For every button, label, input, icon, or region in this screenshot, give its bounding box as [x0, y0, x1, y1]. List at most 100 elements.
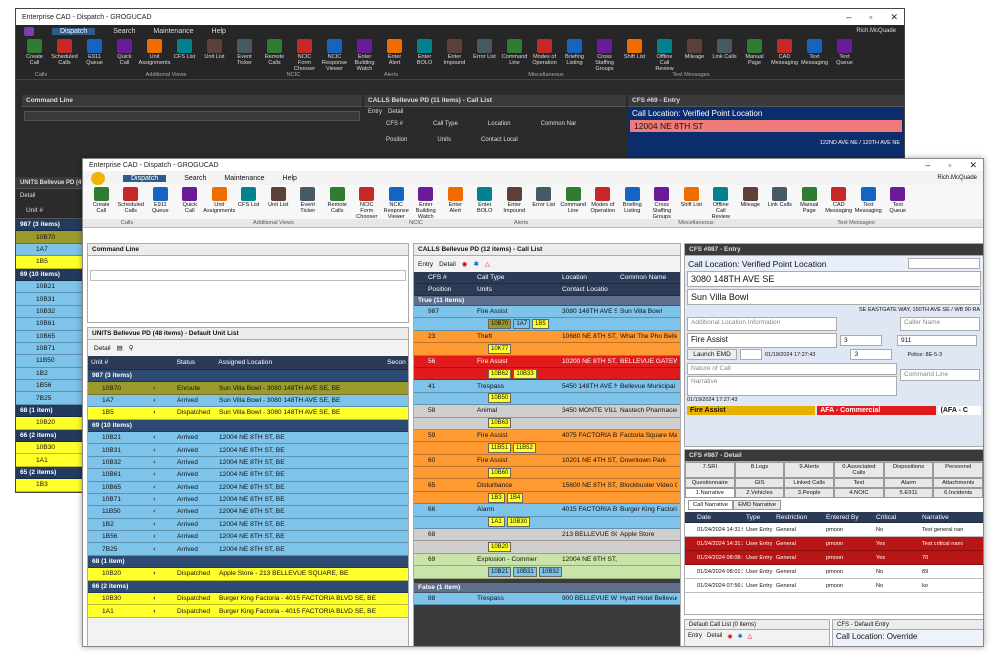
call-row[interactable]: 987 Fire Assist 3080 148TH AVE SE Sun Villa…	[414, 306, 680, 319]
menu-help[interactable]: Help	[283, 175, 297, 182]
ribbon-button-offline-call-review[interactable]: Offline Call Review	[650, 39, 679, 72]
ribbon-button-scheduled-calls[interactable]: Scheduled Calls	[50, 39, 79, 66]
call-item[interactable]: 41 Trespass 5450 148TH AVE NE, BEBellevue …	[414, 380, 680, 406]
ribbon-button-enter-building-watch[interactable]: Enter Building Watch	[412, 187, 441, 220]
col-position[interactable]: Position	[386, 137, 407, 143]
call-row[interactable]: 69 Explosion - Commer 12004 NE 8TH ST, BE	[414, 553, 680, 567]
unit-row[interactable]: 10B30	[16, 442, 84, 455]
unit-row[interactable]: 10B32 ◐ Arrived 12004 NE 8TH ST, BE	[88, 456, 408, 470]
entry-button[interactable]: Entry	[418, 261, 433, 268]
back-units-toolbar[interactable]: Detail	[16, 189, 84, 203]
strip-call-type[interactable]: Fire Assist	[687, 406, 816, 415]
menu-dispatch[interactable]: Dispatch	[123, 174, 167, 182]
call-row[interactable]: 23 Theft 10680 NE 8TH ST, BEWhat The Pho B…	[414, 330, 680, 344]
unit-row[interactable]: 11B50	[16, 355, 84, 368]
detail-button[interactable]: Detail	[94, 345, 111, 352]
narrative-row[interactable]: 01/24/2024 14:31:53User EntryGeneral pmoo…	[685, 523, 983, 537]
ribbon-button-command-line[interactable]: Command Line	[500, 39, 529, 66]
nature-of-call-input[interactable]: Nature of Call	[687, 363, 897, 375]
ribbon-button-e911-queue[interactable]: E911 Queue	[80, 39, 109, 66]
address-field[interactable]: 3080 148TH AVE SE	[687, 271, 981, 287]
back-unit-col[interactable]: Unit #	[16, 203, 84, 219]
col-location[interactable]: Location	[559, 274, 617, 281]
menu-help[interactable]: Help	[212, 28, 226, 35]
detail-tab-8-logs[interactable]: 8.Logs	[734, 462, 785, 478]
call-row[interactable]: 60 Fire Assist 10201 NE 4TH ST, BEDowntown…	[414, 454, 680, 468]
tab-emd-narrative[interactable]: EMD Narrative	[733, 500, 782, 510]
back-address-field[interactable]: 12004 NE 8TH ST	[630, 120, 902, 132]
app-orb-icon[interactable]	[91, 171, 105, 185]
strip-afa-commercial[interactable]: AFA - Commercial	[817, 406, 936, 415]
emd-dropdown[interactable]	[740, 349, 762, 360]
col-cfs[interactable]: CFS #	[414, 274, 474, 281]
call-type-select[interactable]: Fire Assist	[687, 333, 837, 348]
unit-group-header[interactable]: 68 (1 item)	[16, 404, 84, 418]
unit-row[interactable]: 1B56	[16, 380, 84, 393]
ribbon-button-error-list[interactable]: Error List	[530, 187, 559, 208]
false-call-row[interactable]: 88 Trespass 900 BELLEVUE WAY N Hyatt Hot…	[414, 592, 680, 605]
unit-row[interactable]: 1B2 ◐ Arrived 12004 NE 8TH ST, BE	[88, 518, 408, 532]
ribbon-button-link-calls[interactable]: Link Calls	[766, 187, 795, 208]
ribbon-button-unit-assignments[interactable]: Unit Assignments	[203, 187, 235, 214]
col-common-name[interactable]: Common Name	[617, 274, 677, 281]
unit-row[interactable]: 1A1 ◐ Dispatched Burger King Factoria - 401…	[88, 605, 408, 618]
ribbon-button-command-line[interactable]: Command Line	[559, 187, 588, 214]
unit-row[interactable]: 10B70	[16, 231, 84, 244]
col-second[interactable]: Secon	[384, 359, 408, 366]
detail-tab-3-people[interactable]: 3.People	[784, 488, 835, 498]
ribbon-button-enter-bolo[interactable]: Enter BOLO	[471, 187, 500, 214]
menu-dispatch[interactable]: Dispatch	[52, 27, 96, 35]
unit-chip[interactable]: 10B33	[513, 368, 537, 379]
narrative-row[interactable]: 01/24/2024 08:01:23User EntryGeneral pmoo…	[685, 565, 983, 579]
detail-tab-dispositions[interactable]: Dispositions	[883, 462, 934, 478]
ribbon-button-briefing-listing[interactable]: Briefing Listing	[618, 187, 647, 214]
ribbon-button-link-calls[interactable]: Link Calls	[710, 39, 739, 60]
col-unit[interactable]: Unit #	[88, 359, 150, 366]
call-item[interactable]: 59 Fire Assist 4075 FACTORIA BLVD SEFactor…	[414, 429, 680, 455]
ribbon-button-text-queue[interactable]: Text Queue	[830, 39, 859, 66]
ribbon-button-mileage[interactable]: Mileage	[736, 187, 765, 208]
unit-row[interactable]: 10B20	[16, 417, 84, 430]
unit-chip[interactable]: 10B50	[488, 393, 512, 404]
warning-icon[interactable]: △	[748, 633, 753, 640]
unit-group-header[interactable]: 987 (3 items)	[88, 370, 408, 383]
call-row[interactable]: 59 Fire Assist 4075 FACTORIA BLVD SEFactor…	[414, 429, 680, 443]
unit-chip[interactable]: 10B32	[538, 566, 563, 577]
minimize-icon[interactable]: –	[925, 160, 930, 171]
launch-emd-button[interactable]: Launch EMD	[687, 349, 737, 360]
command-line-input[interactable]	[90, 270, 406, 281]
ribbon-button-enter-impound[interactable]: Enter Impound	[440, 39, 469, 66]
narrative-row[interactable]: 01/24/2024 07:56:32User EntryGeneral pmoo…	[685, 579, 983, 593]
detail-tab-0-associated-calls[interactable]: 0.Associated Calls	[834, 462, 884, 478]
menu-search[interactable]: Search	[184, 175, 206, 182]
ribbon-button-remote-calls[interactable]: Remote Calls	[260, 39, 289, 66]
unit-chip[interactable]: 1A1	[488, 517, 505, 528]
detail-tab-text[interactable]: Text	[834, 478, 884, 488]
unit-row[interactable]: 1B5	[16, 256, 84, 269]
ribbon-button-unit-list[interactable]: Unit List	[200, 39, 229, 60]
call-item[interactable]: 987 Fire Assist 3080 148TH AVE SE Sun Villa…	[414, 306, 680, 331]
call-item[interactable]: 58 Animal 3450 MONTE VILLA PKWYNastech Pha…	[414, 405, 680, 430]
unit-group-header[interactable]: 66 (2 items)	[88, 580, 408, 594]
location-dropdown[interactable]	[908, 258, 980, 269]
ribbon-button-ncic-response-viewer[interactable]: NCIC Response Viewer	[382, 187, 411, 220]
unit-group-header[interactable]: 66 (2 items)	[16, 429, 84, 443]
ribbon-button-enter-alert[interactable]: Enter Alert	[441, 187, 470, 214]
entry-button[interactable]: Entry	[688, 633, 702, 640]
ribbon-button-text-queue[interactable]: Text Queue	[884, 187, 913, 214]
call-item[interactable]: 66 Alarm 4015 FACTORIA BLVDBurger King Fac…	[414, 504, 680, 530]
ribbon-button-shift-list[interactable]: Shift List	[677, 187, 706, 208]
ribbon-button-cad-messaging[interactable]: CAD Messaging	[825, 187, 854, 214]
call-row[interactable]: 65 Disturbance 15600 NE 8TH ST, BEBlockbus…	[414, 479, 680, 492]
detail-tab-2-vehicles[interactable]: 2.Vehicles	[734, 488, 785, 498]
unit-row[interactable]: 7B25	[16, 392, 84, 405]
call-item[interactable]: 60 Fire Assist 10201 NE 4TH ST, BEDowntown…	[414, 454, 680, 480]
call-row[interactable]: 66 Alarm 4015 FACTORIA BLVDBurger King Fac…	[414, 504, 680, 517]
unit-row[interactable]: 1A1	[16, 454, 84, 467]
priority-select-2[interactable]: 3	[850, 349, 893, 360]
col-position[interactable]: Position	[414, 286, 474, 293]
call-row[interactable]: 56 Fire Assist 10200 NE 8TH ST, BEBELLEVUE…	[414, 355, 680, 368]
unit-row[interactable]: 1A7 ◐ Arrived Sun Villa Bowl - 3080 148TH A…	[88, 394, 408, 408]
unit-row[interactable]: 10B61	[16, 318, 84, 331]
call-item[interactable]: 68 213 BELLEVUE SQUAApple Store 10B20	[414, 529, 680, 554]
